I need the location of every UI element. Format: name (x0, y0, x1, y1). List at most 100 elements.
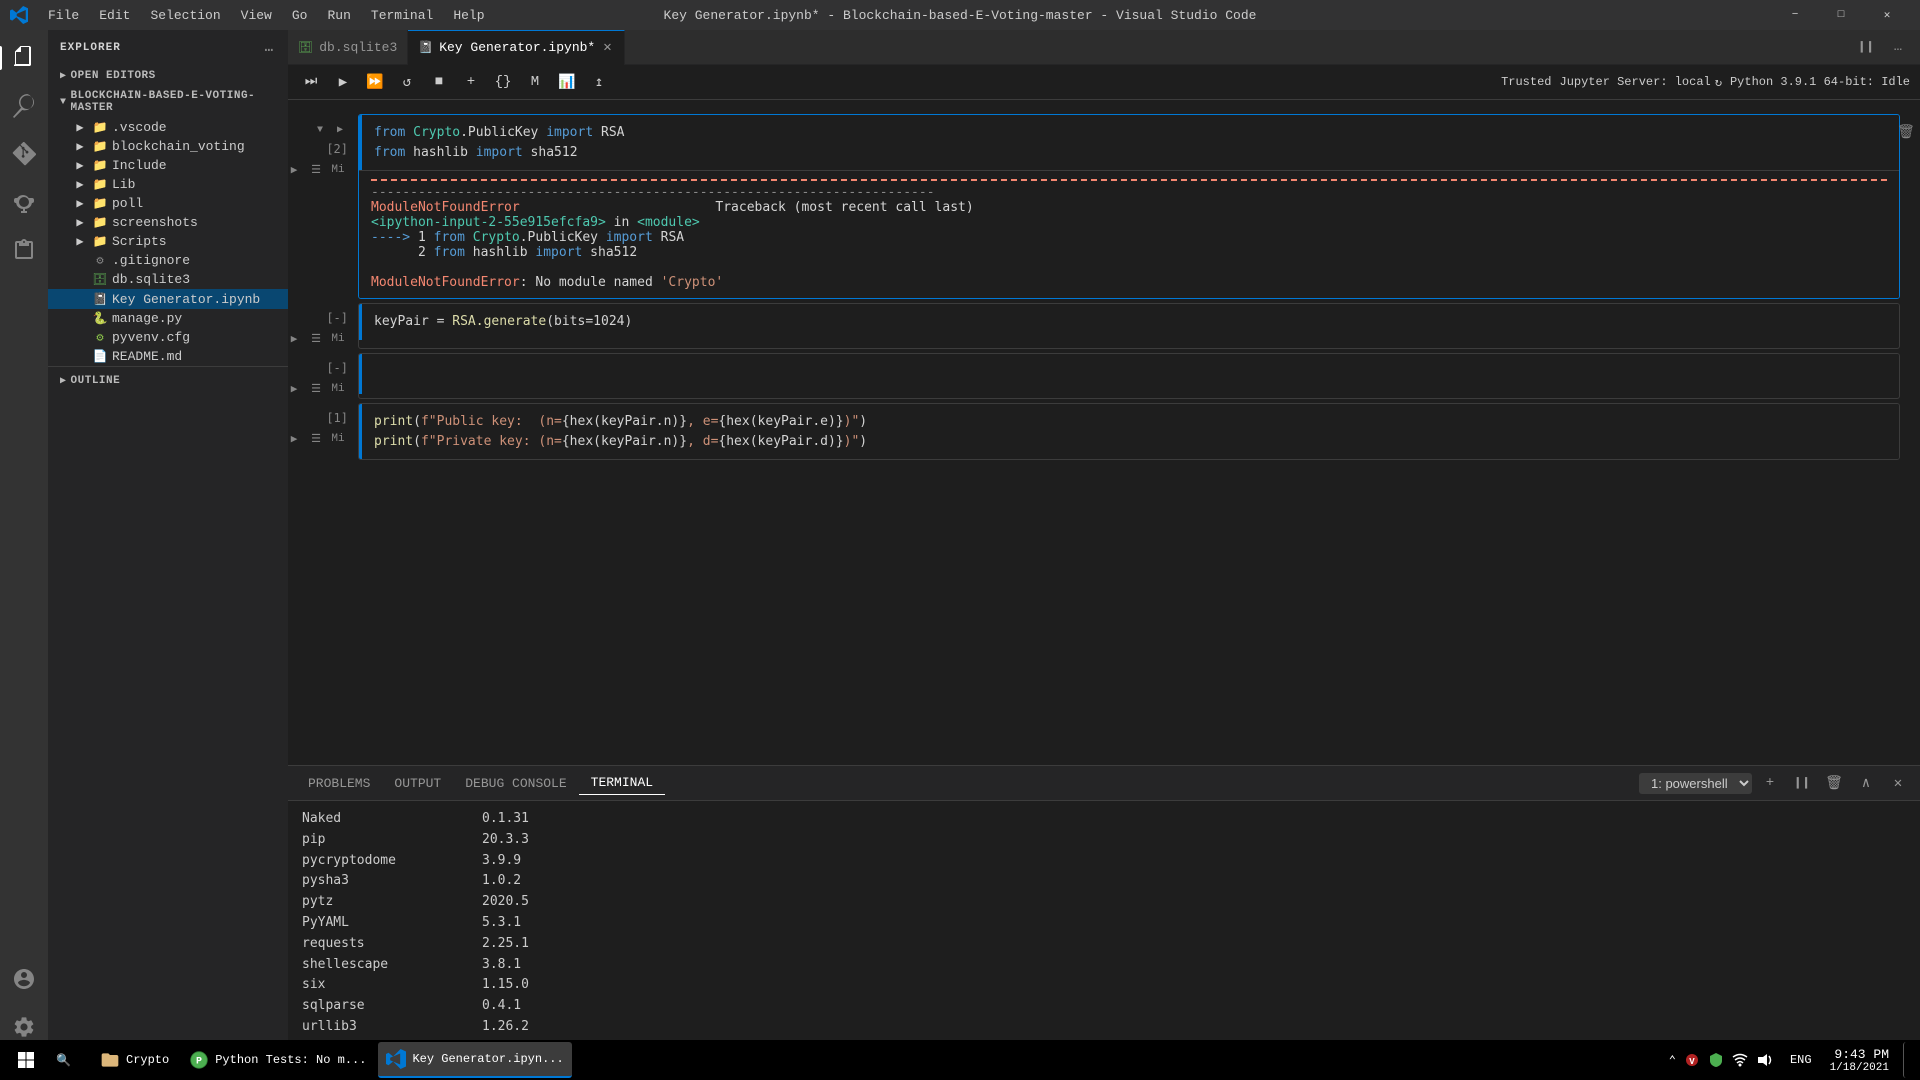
minimize-button[interactable]: − (1772, 0, 1818, 30)
tree-item-screenshots[interactable]: ▶ 📁 screenshots (48, 213, 288, 232)
tree-item-include[interactable]: ▶ 📁 Include (48, 156, 288, 175)
tree-item-label: README.md (112, 349, 182, 364)
menu-terminal[interactable]: Terminal (363, 6, 441, 25)
terminal-dropdown[interactable]: 1: powershell (1639, 773, 1752, 794)
tab-actions: ❙❙ … (1852, 33, 1920, 61)
menu-edit[interactable]: Edit (91, 6, 138, 25)
search-button[interactable]: 🔍 (48, 1042, 88, 1078)
activity-extensions-icon[interactable] (4, 230, 44, 270)
tree-item-blockchain-voting[interactable]: ▶ 📁 blockchain_voting (48, 137, 288, 156)
menu-go[interactable]: Go (284, 6, 316, 25)
activity-debug-icon[interactable] (4, 182, 44, 222)
terminal-area: PROBLEMS OUTPUT DEBUG CONSOLE TERMINAL 1… (288, 765, 1920, 1055)
shield-tray-icon (1708, 1052, 1724, 1068)
menu-file[interactable]: File (40, 6, 87, 25)
ver-pytz: 2020.5 (482, 892, 529, 913)
split-editor-button[interactable]: ❙❙ (1852, 33, 1880, 61)
tree-item-scripts[interactable]: ▶ 📁 Scripts (48, 232, 288, 251)
run-button[interactable]: ▶ (330, 69, 356, 95)
run-cell-print-button[interactable]: ▶ (288, 429, 304, 449)
run-all-button[interactable]: ⏭ (298, 69, 324, 95)
add-markdown-button[interactable]: M (522, 69, 548, 95)
language-indicator[interactable]: ENG (1786, 1053, 1816, 1067)
tab-db-sqlite3[interactable]: 🗄 db.sqlite3 (288, 30, 408, 65)
window-title: Key Generator.ipynb* - Blockchain-based-… (664, 8, 1257, 23)
menu-bar: File Edit Selection View Go Run Terminal… (40, 6, 493, 25)
clock[interactable]: 9:43 PM 1/18/2021 (1822, 1040, 1897, 1080)
tree-item-readme[interactable]: 📄 README.md (48, 347, 288, 366)
ver-pyyaml: 5.3.1 (482, 913, 521, 934)
menu-run[interactable]: Run (319, 6, 358, 25)
close-button[interactable]: ✕ (1864, 0, 1910, 30)
cell-menu-print-button[interactable]: ☰ (306, 429, 326, 449)
tab-debug-console[interactable]: DEBUG CONSOLE (453, 772, 578, 795)
cell-body-2: from Crypto.PublicKey import RSA from ha… (358, 114, 1900, 299)
run-above-button[interactable]: ⏩ (362, 69, 388, 95)
tree-item-key-generator[interactable]: 📓 Key Generator.ipynb + (48, 289, 288, 309)
menu-help[interactable]: Help (445, 6, 492, 25)
tree-item-pyvenv[interactable]: ⚙ pyvenv.cfg (48, 328, 288, 347)
outline-header[interactable]: ▶ OUTLINE (48, 371, 288, 391)
tree-item-vscode[interactable]: ▶ 📁 .vscode (48, 118, 288, 137)
terminal-close-button[interactable]: ✕ (1884, 769, 1912, 797)
add-code-cell-button[interactable]: {} (490, 69, 516, 95)
start-button[interactable] (8, 1042, 44, 1078)
cell-menu-empty-button[interactable]: ☰ (306, 379, 326, 399)
activity-search-icon[interactable] (4, 86, 44, 126)
taskbar-crypto-folder[interactable]: Crypto (92, 1042, 177, 1078)
cell-menu-2-button[interactable]: ☰ (306, 160, 326, 180)
taskbar-vscode[interactable]: Key Generator.ipyn... (378, 1042, 571, 1078)
tab-terminal[interactable]: TERMINAL (579, 771, 665, 795)
tab-key-generator[interactable]: 📓 Key Generator.ipynb* ✕ (408, 30, 624, 65)
run-cell-keypair-button[interactable]: ▶ (288, 329, 304, 349)
interrupt-button[interactable]: ■ (426, 69, 452, 95)
new-file-icon[interactable]: … (263, 38, 276, 58)
cell-more-print-button[interactable]: Mi (328, 429, 348, 449)
tab-close-icon[interactable]: ✕ (601, 38, 613, 57)
taskbar-python-tests[interactable]: P Python Tests: No m... (181, 1042, 374, 1078)
export-button[interactable]: ↥ (586, 69, 612, 95)
menu-view[interactable]: View (233, 6, 280, 25)
add-cell-button[interactable]: + (458, 69, 484, 95)
project-header[interactable]: ▼ BLOCKCHAIN-BASED-E-VOTING-MASTER (48, 86, 288, 118)
run-cell-2-button[interactable]: ▶ (288, 160, 304, 180)
cell-more-empty-button[interactable]: Mi (328, 379, 348, 399)
menu-selection[interactable]: Selection (142, 6, 228, 25)
tree-item-lib[interactable]: ▶ 📁 Lib (48, 175, 288, 194)
maximize-button[interactable]: □ (1818, 0, 1864, 30)
system-tray[interactable]: ⌃ V (1661, 1040, 1780, 1080)
tree-item-gitignore[interactable]: ⚙ .gitignore (48, 251, 288, 270)
clock-date: 1/18/2021 (1830, 1062, 1889, 1074)
tree-item-manage-py[interactable]: 🐍 manage.py (48, 309, 288, 328)
cell-more-2-button[interactable]: Mi (328, 160, 348, 180)
kill-terminal-button[interactable]: 🗑 (1820, 769, 1848, 797)
open-editors-header[interactable]: ▶ OPEN EDITORS (48, 66, 288, 86)
more-actions-button[interactable]: … (1884, 33, 1912, 61)
tab-problems[interactable]: PROBLEMS (296, 772, 382, 795)
tree-item-db-sqlite3[interactable]: 🗄 db.sqlite3 (48, 270, 288, 289)
project-chevron: ▼ (60, 97, 67, 108)
cell-menu-keypair-button[interactable]: ☰ (306, 329, 326, 349)
variable-explorer-button[interactable]: 📊 (554, 69, 580, 95)
restart-button[interactable]: ↺ (394, 69, 420, 95)
activity-explorer-icon[interactable] (4, 38, 44, 78)
show-desktop-button[interactable] (1903, 1042, 1912, 1078)
activity-git-icon[interactable] (4, 134, 44, 174)
tab-output[interactable]: OUTPUT (382, 772, 453, 795)
cell-more-keypair-button[interactable]: Mi (328, 329, 348, 349)
activity-account-icon[interactable] (4, 959, 44, 999)
jupyter-refresh-icon[interactable]: ↻ (1715, 75, 1722, 90)
cell-collapse-alt-2[interactable]: ▶ (332, 122, 348, 138)
split-terminal-button[interactable]: ❙❙ (1788, 769, 1816, 797)
cell-number-empty: [-] (326, 361, 348, 375)
tree-item-poll[interactable]: ▶ 📁 poll (48, 194, 288, 213)
cell-collapse-2[interactable]: ▼ (312, 122, 328, 138)
terminal-maximize-button[interactable]: ∧ (1852, 769, 1880, 797)
run-cell-empty-button[interactable]: ▶ (288, 379, 304, 399)
new-terminal-button[interactable]: + (1756, 769, 1784, 797)
pkg-pip: pip (302, 830, 462, 851)
cell-delete-2-icon[interactable]: 🗑 (1896, 122, 1916, 142)
project-label: BLOCKCHAIN-BASED-E-VOTING-MASTER (71, 90, 276, 114)
cell-gutter-print: [1] ▶ ☰ Mi (288, 403, 358, 460)
trusted-badge: Trusted (1501, 75, 1551, 89)
